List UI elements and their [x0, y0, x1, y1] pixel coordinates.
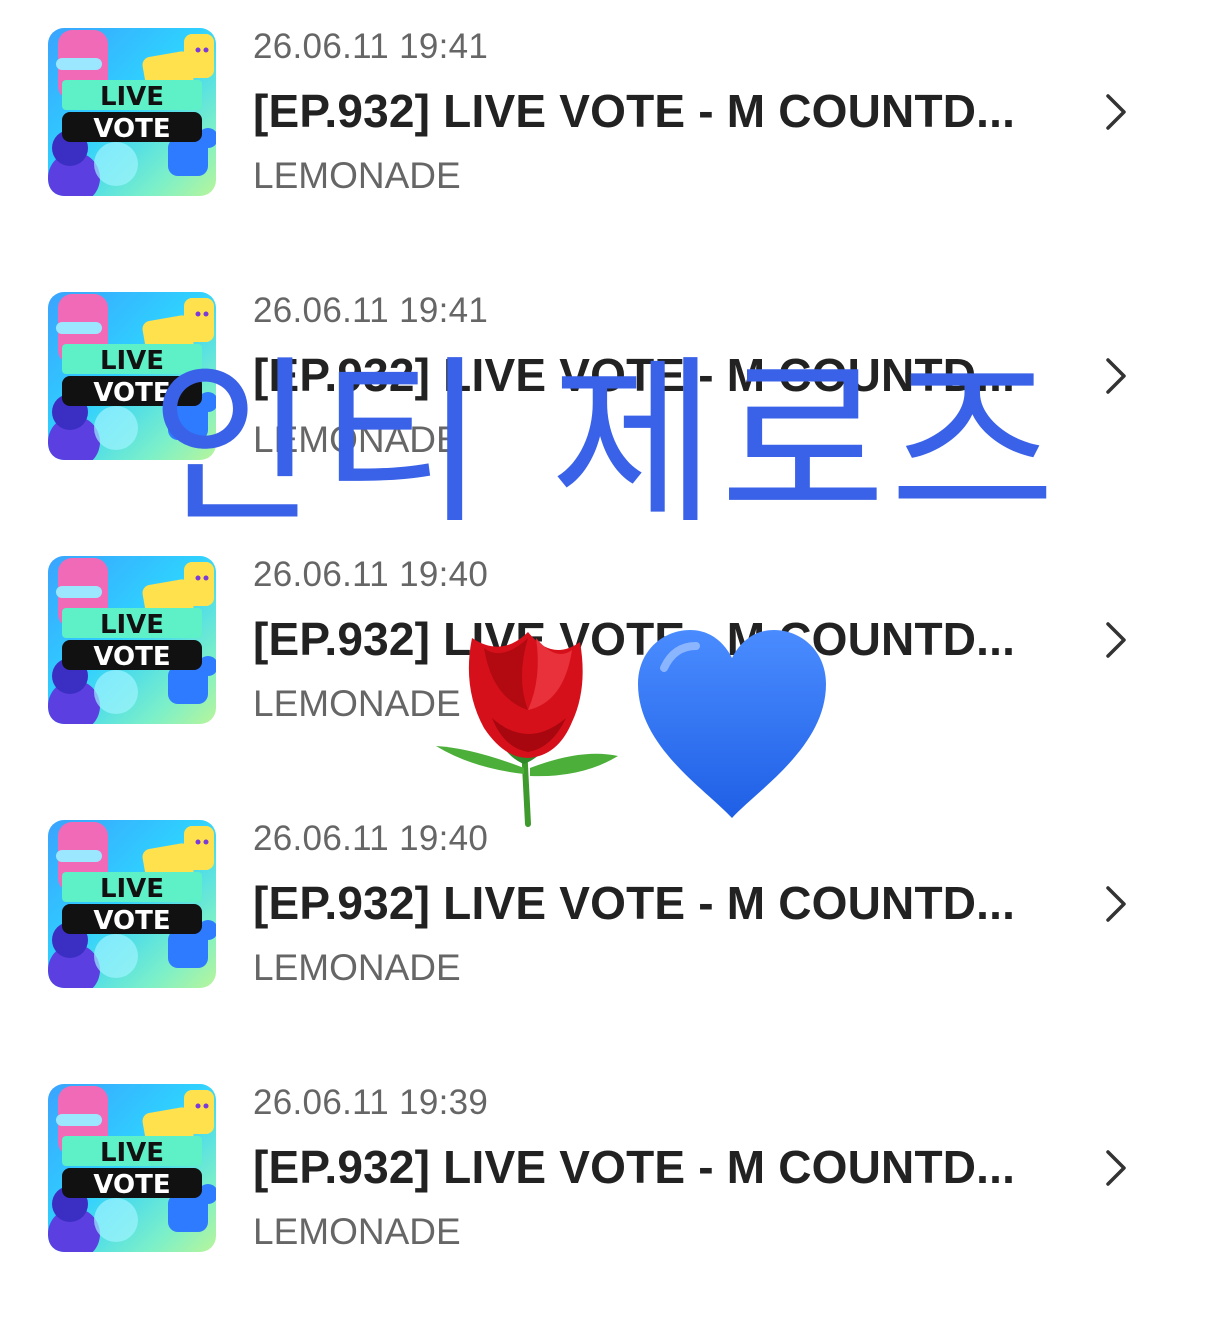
item-channel: LEMONADE	[253, 1211, 461, 1252]
live-vote-thumbnail: LIVE VOTE	[48, 292, 216, 460]
list-item[interactable]: LIVE VOTE 26.06.11 19:40 [EP.932] LIVE V…	[0, 792, 1206, 1056]
item-channel: LEMONADE	[253, 947, 461, 988]
live-vote-thumbnail: LIVE VOTE	[48, 556, 216, 724]
live-vote-thumbnail: LIVE VOTE	[48, 28, 216, 196]
list-item[interactable]: LIVE VOTE 26.06.11 19:41 [EP.932] LIVE V…	[0, 0, 1206, 264]
thumb-live-label: LIVE	[100, 82, 164, 112]
live-vote-thumbnail: LIVE VOTE	[48, 1084, 216, 1252]
thumb-live-label: LIVE	[100, 874, 164, 904]
thumb-live-label: LIVE	[100, 346, 164, 376]
thumb-vote-label: VOTE	[93, 642, 170, 672]
thumb-live-label: LIVE	[100, 610, 164, 640]
item-title: [EP.932] LIVE VOTE - M COUNTD...	[253, 349, 1016, 401]
item-date: 26.06.11 19:40	[253, 819, 489, 858]
thumb-vote-label: VOTE	[93, 378, 170, 408]
item-title: [EP.932] LIVE VOTE - M COUNTD...	[253, 877, 1016, 929]
chevron-right-icon[interactable]	[1098, 884, 1134, 924]
list-item[interactable]: LIVE VOTE 26.06.11 19:39 [EP.932] LIVE V…	[0, 1056, 1206, 1320]
item-title: [EP.932] LIVE VOTE - M COUNTD...	[253, 85, 1016, 137]
item-channel: LEMONADE	[253, 155, 461, 196]
item-date: 26.06.11 19:39	[253, 1083, 489, 1122]
thumb-live-label: LIVE	[100, 1138, 164, 1168]
thumb-vote-label: VOTE	[93, 906, 170, 936]
item-title: [EP.932] LIVE VOTE - M COUNTD...	[253, 1141, 1016, 1193]
item-channel: LEMONADE	[253, 683, 461, 724]
thumb-vote-label: VOTE	[93, 114, 170, 144]
chevron-right-icon[interactable]	[1098, 1148, 1134, 1188]
live-vote-thumbnail: LIVE VOTE	[48, 820, 216, 988]
vote-history-list: LIVE VOTE 26.06.11 19:41 [EP.932] LIVE V…	[0, 0, 1206, 1315]
item-channel: LEMONADE	[253, 419, 461, 460]
chevron-right-icon[interactable]	[1098, 620, 1134, 660]
chevron-right-icon[interactable]	[1098, 356, 1134, 396]
chevron-right-icon[interactable]	[1098, 92, 1134, 132]
list-item[interactable]: LIVE VOTE 26.06.11 19:40 [EP.932] LIVE V…	[0, 528, 1206, 792]
item-date: 26.06.11 19:41	[253, 291, 489, 330]
item-title: [EP.932] LIVE VOTE - M COUNTD...	[253, 613, 1016, 665]
list-item[interactable]: LIVE VOTE 26.06.11 19:41 [EP.932] LIVE V…	[0, 264, 1206, 528]
item-date: 26.06.11 19:41	[253, 27, 489, 66]
item-date: 26.06.11 19:40	[253, 555, 489, 594]
thumb-vote-label: VOTE	[93, 1170, 170, 1200]
